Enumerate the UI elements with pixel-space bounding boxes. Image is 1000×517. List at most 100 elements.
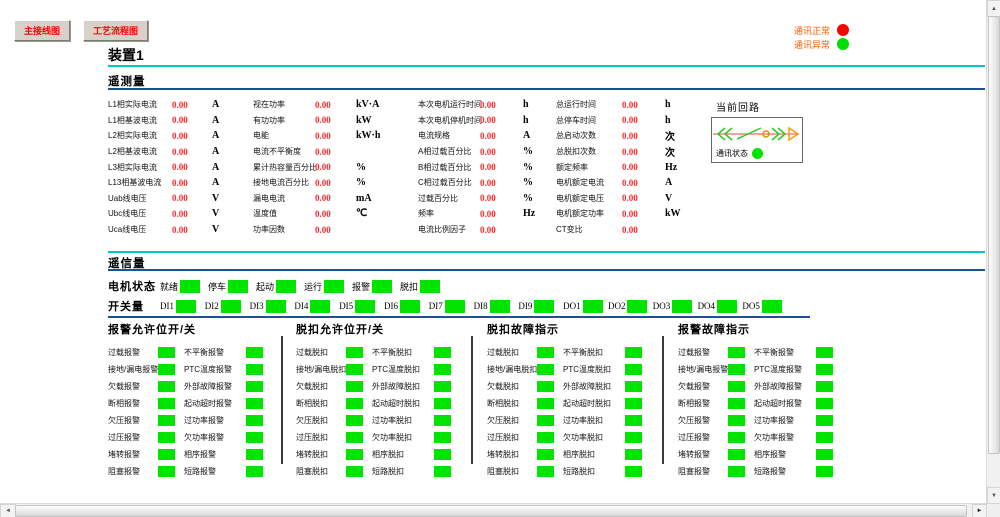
telemetry-value: 0.00 [315, 100, 356, 110]
telemetry-label: 过载百分比 [418, 193, 480, 204]
alarm-item-label: 断相脱扣 [487, 398, 531, 409]
telemetry-unit: V [665, 193, 705, 204]
telemetry-value: 0.00 [480, 100, 523, 110]
signal-label: DI4 [294, 301, 308, 311]
alarm-item-label: 过载脱扣 [487, 347, 531, 358]
signal-label: DI2 [205, 301, 219, 311]
alarm-item-label: 断相报警 [678, 398, 722, 409]
status-indicator [221, 300, 241, 313]
telemetry-value: 0.00 [315, 131, 356, 141]
alarm-indicator [246, 415, 263, 426]
signal-label: DI9 [518, 301, 532, 311]
alarm-item-label: 过载脱扣 [296, 347, 340, 358]
alarm-item-label: 过压报警 [108, 432, 152, 443]
alarm-indicator [246, 381, 263, 392]
telemetry-label: 本次电机运行时间 [418, 99, 480, 110]
vertical-scrollbar-thumb[interactable] [988, 16, 1000, 454]
alarm-indicator [816, 415, 833, 426]
telemetry-value: 0.00 [480, 178, 523, 188]
alarm-indicator [346, 364, 363, 375]
telemetry-label: L3相实际电流 [108, 162, 172, 173]
scroll-left-icon[interactable]: ◄ [0, 504, 16, 517]
telemetry-label: A相过载百分比 [418, 146, 480, 157]
status-indicator [762, 300, 782, 313]
motor-status-item: 运行 [304, 280, 352, 293]
switch-bottom-divider [108, 316, 810, 318]
alarm-indicator [537, 432, 554, 443]
alarm-item-label: 堵转报警 [108, 449, 152, 460]
motor-status-items: 就绪停车起动运行报警脱扣 [160, 280, 448, 293]
alarm-grid: 过载脱扣不平衡脱扣接地/漏电脱扣PTC温度脱扣欠载脱扣外部故障脱扣断相脱扣起动超… [487, 344, 673, 480]
telemetry-value: 0.00 [622, 178, 665, 188]
alarm-grid: 过载脱扣不平衡脱扣接地/漏电脱扣PTC温度脱扣欠载脱扣外部故障脱扣断相脱扣起动超… [296, 344, 482, 480]
alarm-item-label: 短路报警 [184, 466, 240, 477]
comm-status-dot [837, 24, 849, 36]
horizontal-scrollbar-thumb[interactable] [15, 505, 967, 517]
alarm-indicator [625, 449, 642, 460]
signal-label: DO5 [742, 301, 760, 311]
scroll-down-icon[interactable]: ▼ [987, 487, 1000, 504]
telemetry-label: 电机额定电压 [556, 193, 622, 204]
signal-label: 起动 [256, 280, 274, 293]
motor-status-item: 就绪 [160, 280, 208, 293]
telemetry-value: 0.00 [480, 193, 523, 203]
alarm-item-label: 断相报警 [108, 398, 152, 409]
alarm-indicator [246, 466, 263, 477]
alarm-indicator [434, 415, 451, 426]
main-wiring-diagram-button[interactable]: 主接线图 [14, 20, 70, 41]
alarm-indicator [816, 347, 833, 358]
telemetry-unit: % [356, 162, 400, 173]
comm-legend-label: 通讯正常 [794, 24, 830, 37]
alarm-indicator [537, 347, 554, 358]
alarm-indicator [728, 432, 745, 443]
telemetry-label: 视在功率 [253, 99, 315, 110]
signal-label: 停车 [208, 280, 226, 293]
alarm-indicator [537, 449, 554, 460]
horizontal-scrollbar[interactable]: ◄ ► [0, 503, 987, 517]
telemetry-value: 0.00 [172, 147, 212, 157]
alarm-indicator [537, 398, 554, 409]
alarm-indicator [728, 449, 745, 460]
alarm-indicator [434, 381, 451, 392]
telemetry-unit: Hz [665, 162, 705, 173]
signal-label: DO4 [698, 301, 716, 311]
telemetry-label: 总启动次数 [556, 130, 622, 141]
section-divider [281, 336, 283, 464]
telemetry-unit: 次 [665, 144, 705, 159]
alarm-indicator [346, 398, 363, 409]
loop-status-label: 通讯状态 [716, 148, 748, 159]
alarm-indicator [434, 347, 451, 358]
alarm-item-label: PTC温度脱扣 [563, 364, 619, 375]
status-indicator [228, 280, 248, 293]
comm-legend: 通讯正常通讯异常 [794, 23, 849, 51]
telemetry-label: L2相实际电流 [108, 130, 172, 141]
telemetry-label: 本次电机停机时间 [418, 115, 480, 126]
switch-row-label: 开关量 [108, 298, 160, 314]
telemetry-unit: V [212, 224, 252, 235]
alarm-indicator [728, 347, 745, 358]
telemetry-value: 0.00 [622, 131, 665, 141]
switch-item: DO3 [653, 300, 698, 313]
telemetry-value: 0.00 [315, 193, 356, 203]
alarm-item-label: 外部故障脱扣 [563, 381, 619, 392]
process-flow-diagram-button[interactable]: 工艺流程图 [83, 20, 148, 41]
telemetry-label: 有功功率 [253, 115, 315, 126]
telemetry-unit: h [523, 115, 559, 126]
alarm-item-label: 过压脱扣 [487, 432, 531, 443]
alarm-indicator [246, 449, 263, 460]
status-indicator [583, 300, 603, 313]
telemetry-value: 0.00 [315, 178, 356, 188]
alarm-item-label: 阻塞报警 [108, 466, 152, 477]
comm-legend-label: 通讯异常 [794, 38, 830, 51]
signal-label: DO1 [563, 301, 581, 311]
scroll-up-icon[interactable]: ▲ [987, 0, 1000, 17]
alarm-indicator [246, 347, 263, 358]
alarm-item-label: 不平衡报警 [184, 347, 240, 358]
status-indicator [672, 300, 692, 313]
telemetry-group: 总运行时间0.00h总停车时间0.00h总启动次数0.00次总脱扣次数0.00次… [556, 97, 705, 237]
scroll-right-icon[interactable]: ► [972, 504, 987, 517]
vertical-scrollbar[interactable]: ▲ ▼ [986, 0, 1000, 504]
telemetry-value: 0.00 [172, 209, 212, 219]
alarm-indicator [346, 415, 363, 426]
alarm-indicator [158, 432, 175, 443]
